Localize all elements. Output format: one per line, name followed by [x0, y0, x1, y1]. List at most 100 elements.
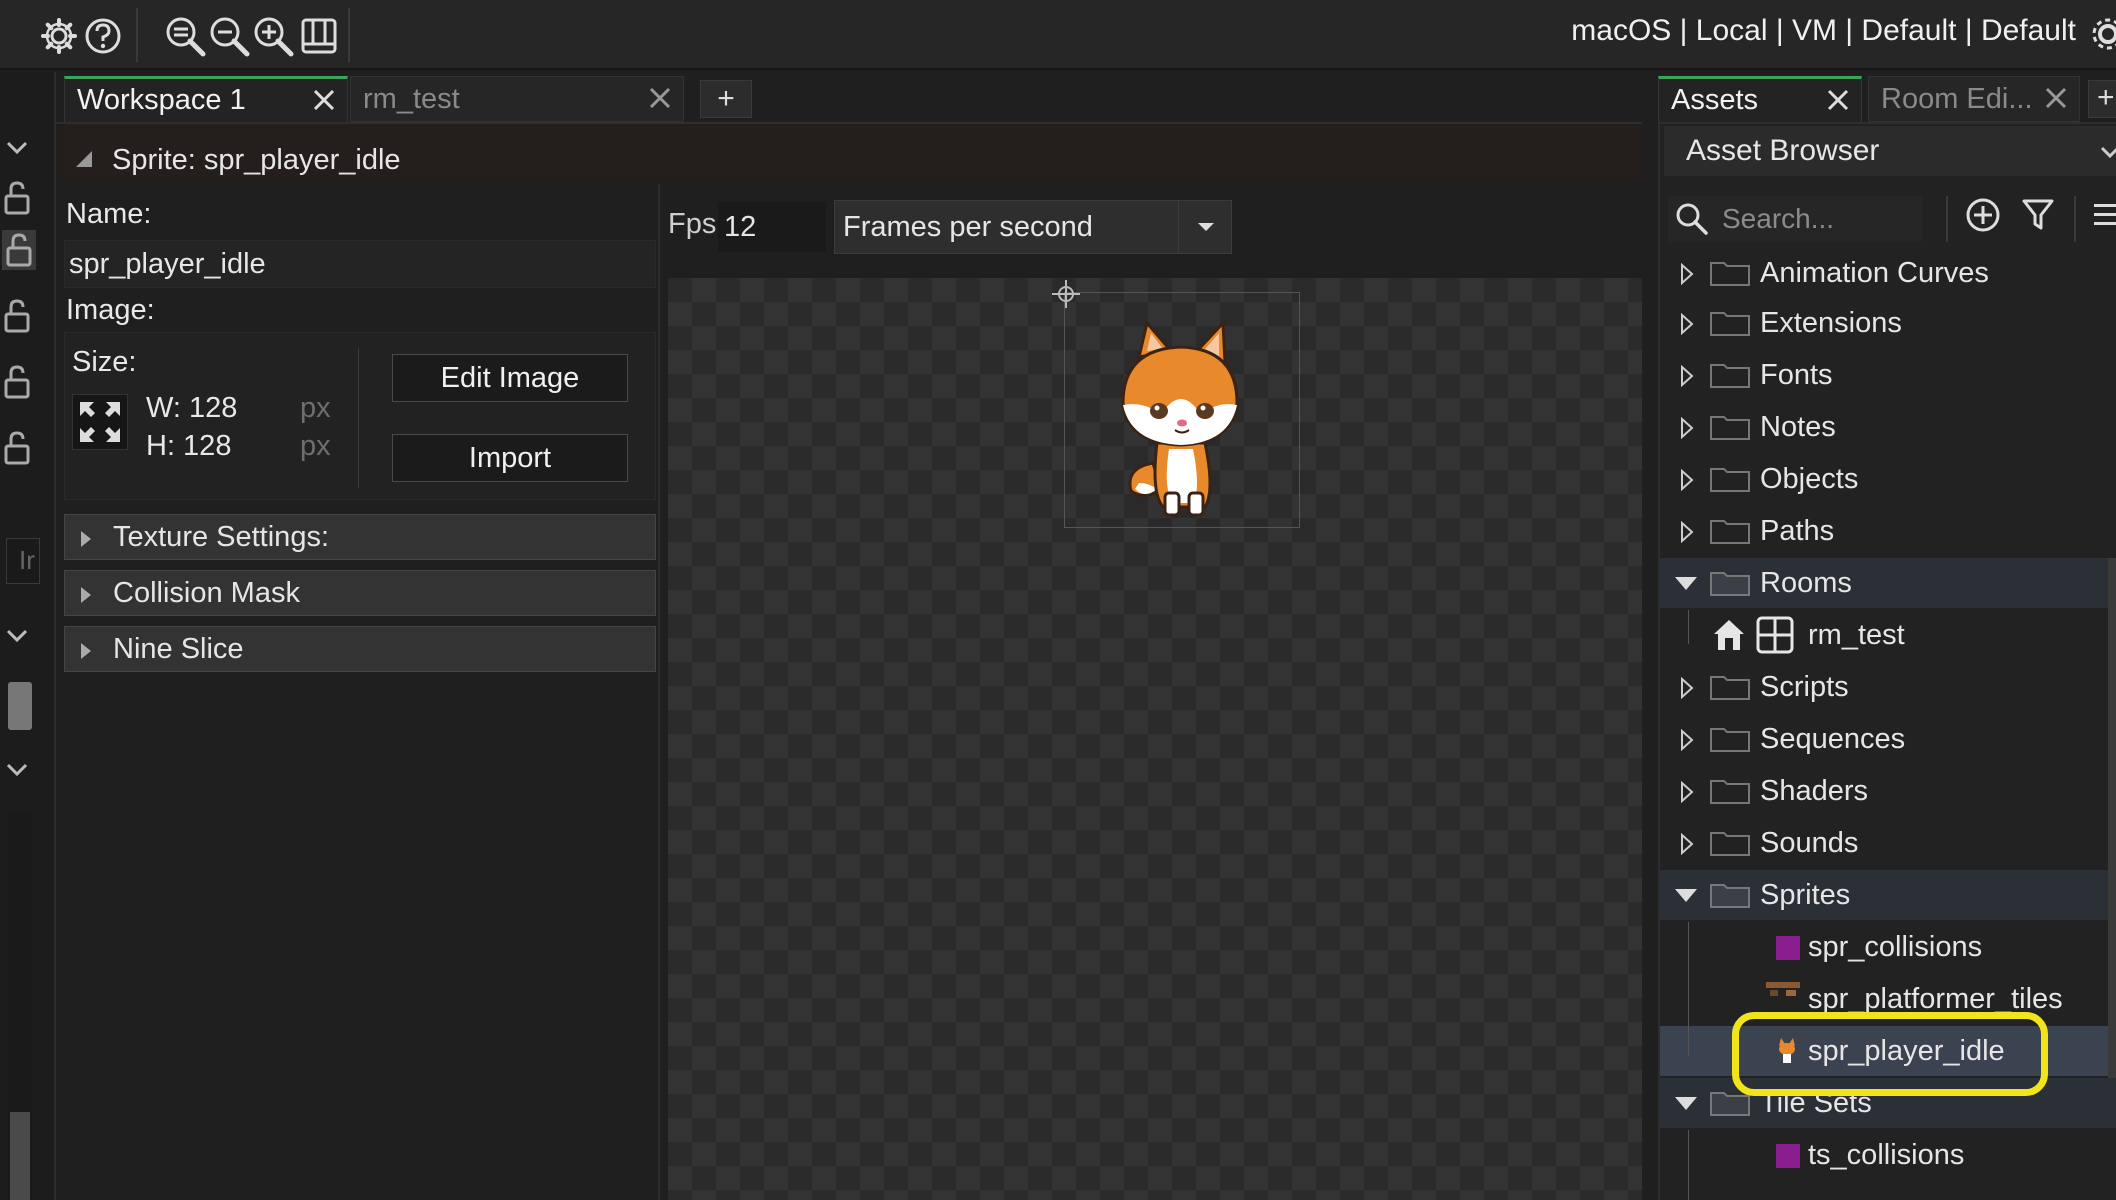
- tree-folder-notes[interactable]: Notes: [1660, 402, 2116, 452]
- lock-toggle[interactable]: [2, 428, 32, 468]
- caret-right-icon: [1681, 729, 1694, 751]
- caret-down-icon: [1675, 1097, 1697, 1110]
- tree-label: Sequences: [1760, 723, 1906, 755]
- folder-icon: [1710, 416, 1750, 440]
- add-tab-button[interactable]: +: [700, 80, 752, 118]
- chevron-down-icon: [2100, 146, 2116, 158]
- add-tab-button[interactable]: +: [2088, 80, 2116, 118]
- lock-toggle[interactable]: [2, 362, 32, 402]
- width-unit: px: [300, 392, 331, 424]
- target-selector[interactable]: macOS | Local | VM | Default | Default: [1571, 14, 2076, 48]
- tree-item-spr-collisions[interactable]: spr_collisions: [1660, 922, 2116, 972]
- fps-mode-select[interactable]: Frames per second: [834, 200, 1232, 254]
- close-icon: [2045, 87, 2067, 109]
- close-tab-button[interactable]: [311, 87, 337, 113]
- folder-open-icon: [1710, 572, 1750, 596]
- close-tab-button[interactable]: [2043, 85, 2069, 111]
- import-button[interactable]: Import: [392, 434, 628, 482]
- tree-label: Sounds: [1760, 827, 1859, 859]
- tree-item-ts-collisions[interactable]: ts_collisions: [1660, 1130, 2116, 1180]
- collision-mask-section[interactable]: Collision Mask: [64, 570, 656, 616]
- lock-toggle[interactable]: [2, 296, 32, 336]
- close-tab-button[interactable]: [647, 85, 673, 111]
- layout-icon: [301, 18, 337, 54]
- folder-icon: [1710, 468, 1750, 492]
- expand-icon: [80, 402, 120, 442]
- lock-toggle[interactable]: [2, 178, 32, 218]
- nine-slice-section[interactable]: Nine Slice: [64, 626, 656, 672]
- tree-folder-paths[interactable]: Paths: [1660, 506, 2116, 556]
- tab-room-editor[interactable]: Room Edi...: [1868, 76, 2080, 122]
- tree-folder-extensions[interactable]: Extensions: [1660, 298, 2116, 348]
- tab-assets[interactable]: Assets: [1658, 76, 1862, 122]
- edit-image-button[interactable]: Edit Image: [392, 354, 628, 402]
- sprite-name-input[interactable]: spr_player_idle: [64, 240, 656, 288]
- caret-right-icon: [1681, 469, 1694, 491]
- add-asset-button[interactable]: [1964, 196, 2002, 234]
- tree-folder-objects[interactable]: Objects: [1660, 454, 2116, 504]
- toolbar-separator: [348, 8, 350, 62]
- folder-icon: [1710, 832, 1750, 856]
- tree-label: Scripts: [1760, 671, 1849, 703]
- layer-input[interactable]: Ir: [6, 538, 40, 584]
- tab-workspace-1[interactable]: Workspace 1: [64, 76, 348, 122]
- size-label: Size:: [72, 346, 137, 378]
- tree-folder-sounds[interactable]: Sounds: [1660, 818, 2116, 868]
- caret-right-icon: [1681, 833, 1694, 855]
- tree-folder-sprites[interactable]: Sprites: [1660, 870, 2116, 920]
- folder-icon: [1710, 262, 1750, 286]
- close-icon: [649, 87, 671, 109]
- slider-handle[interactable]: [8, 682, 32, 730]
- fps-mode-dropdown-button[interactable]: [1178, 200, 1232, 254]
- tree-folder-scripts[interactable]: Scripts: [1660, 662, 2116, 712]
- chevron-down-icon: [6, 763, 28, 777]
- caret-down-icon: [1675, 577, 1697, 590]
- asset-browser-scrollbar[interactable]: [2108, 558, 2116, 1078]
- tree-folder-sequences[interactable]: Sequences: [1660, 714, 2116, 764]
- tree-folder-animation-curves[interactable]: Animation Curves: [1660, 248, 2116, 298]
- tab-label: rm_test: [363, 82, 460, 115]
- help-button[interactable]: [76, 10, 130, 62]
- resize-canvas-button[interactable]: [72, 394, 128, 450]
- fps-input[interactable]: 12: [718, 202, 826, 252]
- top-toolbar: macOS | Local | VM | Default | Default: [0, 0, 2116, 70]
- close-icon: [1827, 89, 1849, 111]
- height-unit: px: [300, 430, 331, 462]
- tree-item-rm-test[interactable]: rm_test: [1660, 610, 2116, 660]
- divider: [1946, 196, 1948, 242]
- divider: [358, 348, 359, 488]
- close-tab-button[interactable]: [1825, 87, 1851, 113]
- tree-label: Sprites: [1760, 879, 1851, 911]
- sprite-editor-header: Sprite: spr_player_idle: [60, 136, 401, 184]
- home-icon: [1714, 620, 1744, 650]
- texture-settings-section[interactable]: Texture Settings:: [64, 514, 656, 560]
- right-tab-bar: Assets Room Edi... +: [1658, 72, 2116, 124]
- tree-label: Notes: [1760, 411, 1836, 443]
- tree-folder-rooms[interactable]: Rooms: [1660, 558, 2116, 608]
- collapse-toggle[interactable]: [2, 616, 32, 656]
- menu-button[interactable]: [2094, 200, 2116, 230]
- collapse-toggle[interactable]: [2, 750, 32, 790]
- asset-search-input[interactable]: Search...: [1668, 196, 1922, 242]
- target-settings-button[interactable]: [2088, 14, 2116, 54]
- tree-folder-shaders[interactable]: Shaders: [1660, 766, 2116, 816]
- toolbar-separator: [136, 8, 138, 62]
- tree-label: Extensions: [1760, 307, 1902, 339]
- folder-icon: [1710, 312, 1750, 336]
- resize-grip-icon: [76, 151, 92, 167]
- asset-browser-header[interactable]: Asset Browser: [1664, 126, 2116, 176]
- tree-folder-fonts[interactable]: Fonts: [1660, 350, 2116, 400]
- filter-button[interactable]: [2020, 196, 2056, 234]
- zoom-reset-icon: [166, 17, 206, 57]
- collapse-toggle[interactable]: [2, 128, 32, 168]
- fps-label: Fps: [668, 208, 717, 240]
- origin-crosshair[interactable]: [1050, 278, 1082, 310]
- tree-guide-line: [1688, 610, 1689, 644]
- hamburger-menu-icon: [2094, 204, 2116, 225]
- layout-button[interactable]: [292, 10, 346, 62]
- tab-rm-test[interactable]: rm_test: [350, 76, 684, 122]
- lock-toggle[interactable]: [2, 230, 36, 270]
- scrollbar-thumb[interactable]: [10, 1112, 30, 1200]
- sprite-thumbnail-icon: [1776, 936, 1800, 960]
- workspace-tab-bar: Workspace 1 rm_test +: [56, 72, 1642, 124]
